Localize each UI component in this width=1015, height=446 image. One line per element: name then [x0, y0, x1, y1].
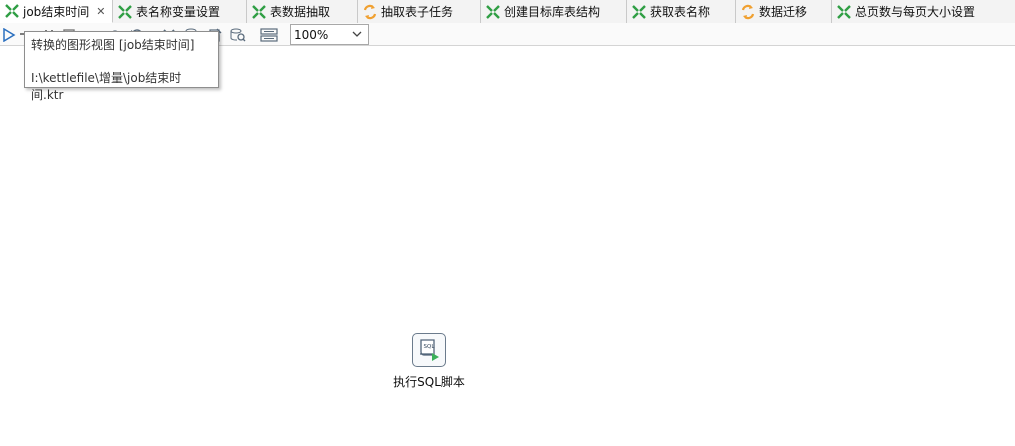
- run-icon[interactable]: [0, 26, 18, 43]
- tab-label: 表名称变量设置: [136, 5, 221, 19]
- sql-script-icon: SQL: [412, 333, 446, 367]
- tab-get-table-names[interactable]: 获取表名称: [627, 0, 736, 23]
- transformation-icon: [363, 4, 377, 19]
- job-icon: [837, 4, 851, 19]
- tab-table-data-extract[interactable]: 表数据抽取: [247, 0, 358, 23]
- tab-page-settings[interactable]: 总页数与每页大小设置: [832, 0, 1015, 23]
- svg-text:SQL: SQL: [424, 344, 436, 350]
- tab-table-name-variable[interactable]: 表名称变量设置: [113, 0, 247, 23]
- tab-data-migration[interactable]: 数据迁移: [736, 0, 832, 23]
- tab-bar: job结束时间 ✕ 表名称变量设置 表数据抽取 抽取表子任务 创建目标库表结构 …: [0, 0, 1015, 23]
- tab-job-end-time[interactable]: job结束时间 ✕: [0, 0, 113, 23]
- explore-db-icon[interactable]: [229, 26, 247, 43]
- transformation-icon: [741, 4, 755, 19]
- tab-label: 表数据抽取: [270, 5, 331, 19]
- tab-create-target-schema[interactable]: 创建目标库表结构: [481, 0, 627, 23]
- tab-extract-subtask[interactable]: 抽取表子任务: [358, 0, 481, 23]
- tab-label: 获取表名称: [650, 5, 711, 19]
- close-icon[interactable]: ✕: [96, 5, 105, 18]
- job-icon: [5, 4, 19, 18]
- job-icon: [486, 4, 500, 19]
- transformation-canvas[interactable]: SQL 执行SQL脚本: [0, 47, 1015, 446]
- tooltip-title: 转换的图形视图 [job结束时间]: [31, 38, 195, 52]
- tab-label: 创建目标库表结构: [504, 5, 601, 19]
- sql-script-step[interactable]: SQL 执行SQL脚本: [381, 333, 477, 390]
- job-icon: [632, 4, 646, 19]
- tab-label: 总页数与每页大小设置: [855, 5, 976, 19]
- tab-label: job结束时间: [23, 4, 90, 19]
- zoom-value: 100%: [294, 27, 329, 42]
- tooltip-path: I:\kettlefile\增量\job结束时间.ktr: [31, 71, 182, 102]
- job-icon: [252, 4, 266, 19]
- zoom-select[interactable]: 100%: [290, 24, 369, 45]
- step-label: 执行SQL脚本: [393, 375, 465, 389]
- job-icon: [118, 4, 132, 19]
- tab-label: 抽取表子任务: [381, 5, 454, 19]
- show-results-icon[interactable]: [259, 26, 279, 43]
- chevron-down-icon: [352, 31, 362, 37]
- tab-label: 数据迁移: [759, 5, 808, 19]
- tooltip: 转换的图形视图 [job结束时间] I:\kettlefile\增量\job结束…: [24, 31, 219, 102]
